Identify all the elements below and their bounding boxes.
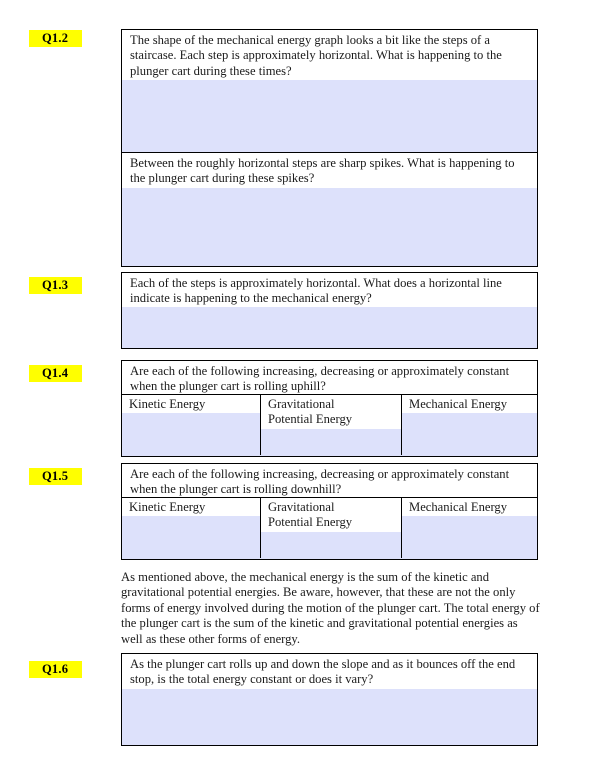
answer-area-q1-2-b[interactable] (122, 188, 537, 265)
column-header-q1-4-mechanical: Mechanical Energy (402, 395, 537, 414)
table-cell-q1-5-gravitational[interactable]: Gravitational Potential Energy (260, 498, 401, 558)
table-cell-q1-4-mechanical[interactable]: Mechanical Energy (401, 395, 537, 455)
column-header-q1-4-kinetic: Kinetic Energy (122, 395, 260, 414)
column-header-q1-5-gravitational: Gravitational Potential Energy (261, 498, 401, 532)
explanatory-paragraph: As mentioned above, the mechanical energ… (121, 570, 540, 646)
column-header-q1-5-mechanical: Mechanical Energy (402, 498, 537, 517)
question-prompt-q1-4: Are each of the following increasing, de… (122, 361, 537, 394)
question-label-q1-4: Q1.4 (29, 365, 83, 382)
question-box-q1-3: Each of the steps is approximately horiz… (121, 272, 538, 349)
column-header-q1-5-kinetic: Kinetic Energy (122, 498, 260, 517)
worksheet-page: Q1.2 The shape of the mechanical energy … (0, 0, 592, 770)
answer-area-q1-3[interactable] (122, 307, 537, 348)
answer-area-q1-2-a[interactable] (122, 80, 537, 152)
question-prompt-q1-2-a: The shape of the mechanical energy graph… (122, 30, 537, 80)
question-prompt-q1-6: As the plunger cart rolls up and down th… (122, 654, 537, 689)
answer-area-q1-6[interactable] (122, 689, 537, 745)
question-prompt-q1-3: Each of the steps is approximately horiz… (122, 273, 537, 307)
question-label-q1-5: Q1.5 (29, 468, 83, 485)
question-label-q1-2: Q1.2 (29, 30, 83, 47)
question-box-q1-6: As the plunger cart rolls up and down th… (121, 653, 538, 746)
question-prompt-q1-2-b: Between the roughly horizontal steps are… (122, 152, 537, 188)
column-header-q1-4-gravitational: Gravitational Potential Energy (261, 395, 401, 429)
question-box-q1-2: The shape of the mechanical energy graph… (121, 29, 538, 267)
answer-table-q1-4: Kinetic Energy Gravitational Potential E… (122, 394, 537, 455)
question-label-q1-6: Q1.6 (29, 661, 83, 678)
question-label-q1-3: Q1.3 (29, 277, 83, 294)
table-cell-q1-4-kinetic[interactable]: Kinetic Energy (122, 395, 260, 455)
table-cell-q1-5-kinetic[interactable]: Kinetic Energy (122, 498, 260, 558)
table-cell-q1-4-gravitational[interactable]: Gravitational Potential Energy (260, 395, 401, 455)
question-prompt-q1-5: Are each of the following increasing, de… (122, 464, 537, 497)
answer-table-q1-5: Kinetic Energy Gravitational Potential E… (122, 497, 537, 558)
table-cell-q1-5-mechanical[interactable]: Mechanical Energy (401, 498, 537, 558)
question-box-q1-5: Are each of the following increasing, de… (121, 463, 538, 560)
question-box-q1-4: Are each of the following increasing, de… (121, 360, 538, 457)
